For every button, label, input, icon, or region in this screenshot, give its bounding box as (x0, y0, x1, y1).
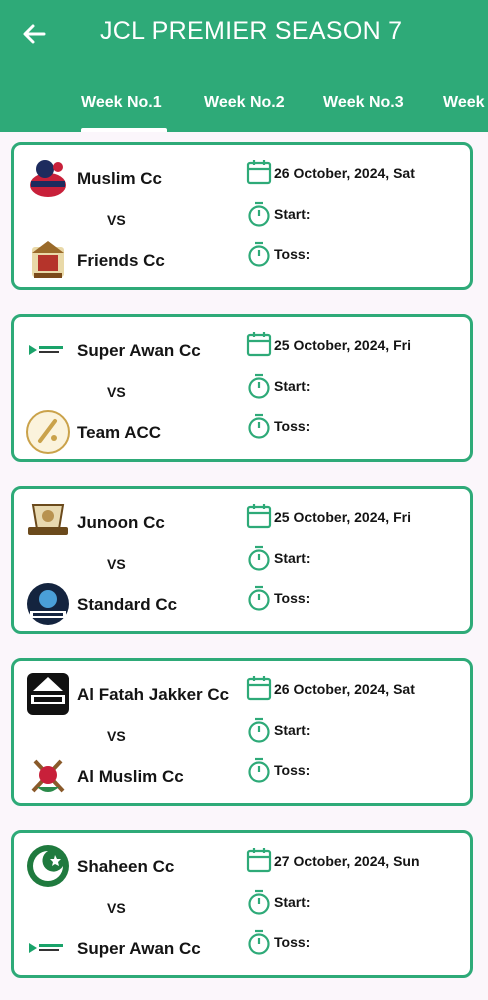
stopwatch-icon (248, 757, 270, 783)
toss-label: Toss: (274, 590, 311, 606)
stopwatch-icon (248, 201, 270, 227)
calendar-icon (246, 676, 272, 701)
team-logo-team-acc (26, 410, 70, 454)
start-label: Start: (274, 722, 311, 738)
team-1-name: Super Awan Cc (77, 341, 201, 360)
stopwatch-icon (248, 545, 270, 571)
arrow-left-icon (23, 24, 46, 44)
team-logo-muslim-cc (30, 160, 66, 197)
match-date: 26 October, 2024, Sat (274, 165, 415, 181)
match-date: 25 October, 2024, Fri (274, 337, 411, 353)
match-date: 27 October, 2024, Sun (274, 853, 420, 869)
start-label: Start: (274, 550, 311, 566)
stopwatch-icon (248, 585, 270, 611)
stopwatch-icon (248, 413, 270, 439)
match-card[interactable]: Super Awan Cc VS Team ACC 25 October, 20… (11, 314, 473, 462)
match-card[interactable]: Shaheen Cc VS Super Awan Cc 27 October, … (11, 830, 473, 978)
start-label: Start: (274, 378, 311, 394)
vs-label: VS (107, 384, 126, 400)
team-2-name: Team ACC (77, 423, 162, 442)
team-2-name: Al Muslim Cc (77, 767, 184, 786)
team-1-name: Shaheen Cc (77, 857, 175, 876)
toss-label: Toss: (274, 934, 311, 950)
stopwatch-icon (248, 717, 270, 743)
team-1-name: Junoon Cc (77, 513, 165, 532)
team-logo-shaheen-cc (27, 845, 69, 887)
match-date: 26 October, 2024, Sat (274, 681, 415, 697)
stopwatch-icon (248, 373, 270, 399)
back-button[interactable] (18, 18, 50, 50)
page-title: JCL PREMIER SEASON 7 (100, 17, 403, 45)
toss-label: Toss: (274, 418, 311, 434)
match-card[interactable]: Muslim Cc VS Friends Cc 26 October, 2024… (11, 142, 473, 290)
calendar-icon (246, 332, 272, 357)
tab-week-3[interactable]: Week No.3 (323, 88, 404, 132)
stopwatch-icon (248, 241, 270, 267)
tab-week-4[interactable]: Week No.4 (443, 88, 488, 132)
team-logo-junoon-cc (28, 504, 68, 535)
calendar-icon (246, 504, 272, 529)
team-2-name: Friends Cc (77, 251, 165, 270)
toss-label: Toss: (274, 246, 311, 262)
calendar-icon (246, 160, 272, 185)
tab-week-1[interactable]: Week No.1 (81, 88, 162, 132)
start-label: Start: (274, 894, 311, 910)
vs-label: VS (107, 728, 126, 744)
team-1-name: Muslim Cc (77, 169, 163, 188)
vs-label: VS (107, 212, 126, 228)
vs-label: VS (107, 900, 126, 916)
team-logo-standard-cc (27, 583, 69, 625)
team-2-name: Super Awan Cc (77, 939, 201, 958)
match-card[interactable]: Al Fatah Jakker Cc VS Al Muslim Cc 26 Oc… (11, 658, 473, 806)
match-date: 25 October, 2024, Fri (274, 509, 411, 525)
vs-label: VS (107, 556, 126, 572)
team-logo-super-awan-cc (28, 344, 68, 356)
team-1-name: Al Fatah Jakker Cc (77, 685, 230, 704)
tab-week-2[interactable]: Week No.2 (204, 88, 285, 132)
toss-label: Toss: (274, 762, 311, 778)
start-label: Start: (274, 206, 311, 222)
team-logo-al-fatah-jakker-cc (27, 673, 69, 715)
team-logo-friends-cc (32, 241, 64, 278)
team-logo-super-awan-cc (28, 942, 68, 954)
selected-tab-indicator (81, 128, 167, 132)
stopwatch-icon (248, 929, 270, 955)
match-card[interactable]: Junoon Cc VS Standard Cc 25 October, 202… (11, 486, 473, 634)
team-logo-al-muslim-cc (31, 759, 65, 793)
calendar-icon (246, 848, 272, 873)
team-2-name: Standard Cc (77, 595, 178, 614)
stopwatch-icon (248, 889, 270, 915)
week-tabs: Week No.1 Week No.2 Week No.3 Week No.4 (0, 88, 488, 132)
